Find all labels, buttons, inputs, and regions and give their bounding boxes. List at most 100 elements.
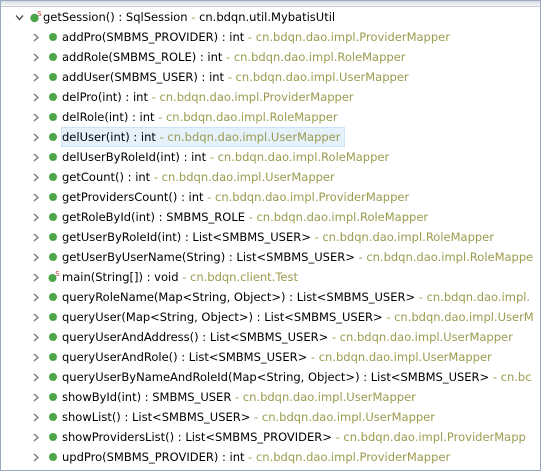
tree-item[interactable]: queryUserByNameAndRoleId(Map<String, Obj… xyxy=(1,367,540,387)
tree-item[interactable]: getUserByUserName(String) : List<SMBMS_U… xyxy=(1,247,540,267)
static-method-icon: S xyxy=(47,271,60,283)
tree-item[interactable]: delUser(int) : int - cn.bdqn.dao.impl.Us… xyxy=(1,127,540,147)
declaring-class: cn.bdqn.dao.impl.UserM xyxy=(394,310,534,324)
declaring-class: cn.bdqn.dao.impl.RoleMappe xyxy=(366,250,534,264)
tree-item[interactable]: addRole(SMBMS_ROLE) : int - cn.bdqn.dao.… xyxy=(1,47,540,67)
chevron-right-icon[interactable] xyxy=(31,387,41,407)
tree-item-label: showList() : List<SMBMS_USER> - cn.bdqn.… xyxy=(61,407,439,427)
tree-item[interactable]: queryUserAndRole() : List<SMBMS_USER> - … xyxy=(1,347,540,367)
method-signature: queryUserAndAddress() : List<SMBMS_USER> xyxy=(62,330,329,344)
tree-item-label: addUser(SMBMS_USER) : int - cn.bdqn.dao.… xyxy=(61,67,413,87)
tree-item[interactable]: addUser(SMBMS_USER) : int - cn.bdqn.dao.… xyxy=(1,67,540,87)
chevron-right-icon[interactable] xyxy=(31,47,41,67)
method-signature: delPro(int) : int xyxy=(62,90,148,104)
separator: - xyxy=(310,230,323,244)
chevron-right-icon[interactable] xyxy=(31,67,41,87)
tree-item[interactable]: Smain(String[]) : void - cn.bdqn.client.… xyxy=(1,267,540,287)
public-method-icon xyxy=(47,231,59,243)
method-signature: showById(int) : SMBMS_USER xyxy=(62,390,232,404)
chevron-right-icon[interactable] xyxy=(31,327,41,347)
public-method-icon xyxy=(47,351,59,363)
tree-item[interactable]: showProvidersList() : List<SMBMS_PROVIDE… xyxy=(1,427,540,447)
tree-item[interactable]: queryUser(Map<String, Object>) : List<SM… xyxy=(1,307,540,327)
method-signature: delUserByRoleId(int) : int xyxy=(62,150,207,164)
declaring-class: cn.bdqn.dao.impl.RoleMapper xyxy=(217,150,390,164)
chevron-right-icon[interactable] xyxy=(31,307,41,327)
public-method-icon xyxy=(47,131,59,143)
tree-item-label: queryUserByNameAndRoleId(Map<String, Obj… xyxy=(61,367,536,387)
chevron-right-icon[interactable] xyxy=(31,187,41,207)
declaring-class: cn.bdqn.dao.impl.RoleMapper xyxy=(165,110,338,124)
chevron-right-icon[interactable] xyxy=(31,227,41,247)
call-hierarchy-tree: S getSession() : SqlSession - cn.bdqn.ut… xyxy=(1,7,540,467)
method-signature: getCount() : int xyxy=(62,170,151,184)
tree-item[interactable]: addPro(SMBMS_PROVIDER) : int - cn.bdqn.d… xyxy=(1,27,540,47)
separator: - xyxy=(245,210,257,224)
chevron-right-icon[interactable] xyxy=(31,167,41,187)
tree-item[interactable]: getCount() : int - cn.bdqn.dao.impl.User… xyxy=(1,167,540,187)
separator: - xyxy=(222,50,234,64)
tree-item-label: queryRoleName(Map<String, Object>) : Lis… xyxy=(61,287,534,307)
declaring-class: cn.bdqn.dao.impl. xyxy=(426,290,531,304)
method-signature: queryUserAndRole() : List<SMBMS_USER> xyxy=(62,350,308,364)
method-signature: showList() : List<SMBMS_USER> xyxy=(62,410,251,424)
tree-item[interactable]: showById(int) : SMBMS_USER - cn.bdqn.dao… xyxy=(1,387,540,407)
public-method-icon xyxy=(47,51,59,63)
chevron-right-icon[interactable] xyxy=(31,347,41,367)
chevron-right-icon[interactable] xyxy=(31,127,41,147)
declaring-class: cn.bdqn.dao.impl.UserMapper xyxy=(261,410,435,424)
separator: - xyxy=(154,110,166,124)
chevron-right-icon[interactable] xyxy=(31,267,41,287)
tree-item[interactable]: showList() : List<SMBMS_USER> - cn.bdqn.… xyxy=(1,407,540,427)
tree-item[interactable]: delRole(int) : int - cn.bdqn.dao.impl.Ro… xyxy=(1,107,540,127)
separator: - xyxy=(489,370,501,384)
chevron-right-icon[interactable] xyxy=(31,367,41,387)
tree-item-label: queryUserAndRole() : List<SMBMS_USER> - … xyxy=(61,347,496,367)
tree-item[interactable]: getUserByRoleId(int) : List<SMBMS_USER> … xyxy=(1,227,540,247)
chevron-right-icon[interactable] xyxy=(31,147,41,167)
static-method-icon: S xyxy=(29,11,42,23)
method-signature: delUser(int) : int xyxy=(62,130,156,144)
tree-item[interactable]: updPro(SMBMS_PROVIDER) : int - cn.bdqn.d… xyxy=(1,447,540,467)
tree-root-row[interactable]: S getSession() : SqlSession - cn.bdqn.ut… xyxy=(1,7,540,27)
declaring-class: cn.bdqn.dao.impl.UserMapper xyxy=(167,130,341,144)
chevron-right-icon[interactable] xyxy=(31,27,41,47)
tree-item[interactable]: delPro(int) : int - cn.bdqn.dao.impl.Pro… xyxy=(1,87,540,107)
method-signature: queryRoleName(Map<String, Object>) : Lis… xyxy=(62,290,416,304)
tree-item-label: delUser(int) : int - cn.bdqn.dao.impl.Us… xyxy=(61,127,345,147)
tree-item[interactable]: getProvidersCount() : int - cn.bdqn.dao.… xyxy=(1,187,540,207)
chevron-right-icon[interactable] xyxy=(31,407,41,427)
declaring-class: cn.bdqn.client.Test xyxy=(190,270,298,284)
public-method-icon xyxy=(47,71,59,83)
chevron-down-icon[interactable] xyxy=(14,7,24,27)
separator: - xyxy=(206,150,218,164)
chevron-right-icon[interactable] xyxy=(31,427,41,447)
chevron-right-icon[interactable] xyxy=(31,207,41,227)
chevron-right-icon[interactable] xyxy=(31,247,41,267)
chevron-right-icon[interactable] xyxy=(31,447,41,467)
tree-item-label: getRoleById(int) : SMBMS_ROLE - cn.bdqn.… xyxy=(61,207,432,227)
separator: - xyxy=(224,70,236,84)
chevron-right-icon[interactable] xyxy=(31,87,41,107)
method-signature: addUser(SMBMS_USER) : int xyxy=(62,70,225,84)
separator: - xyxy=(382,310,395,324)
declaring-class: cn.bdqn.dao.impl.RoleMapper xyxy=(233,50,406,64)
tree-item-label: updPro(SMBMS_PROVIDER) : int - cn.bdqn.d… xyxy=(61,447,454,467)
tree-item[interactable]: delUserByRoleId(int) : int - cn.bdqn.dao… xyxy=(1,147,540,167)
declaring-class: cn.bc xyxy=(500,370,532,384)
tree-item-label: queryUser(Map<String, Object>) : List<SM… xyxy=(61,307,538,327)
tree-item[interactable]: queryRoleName(Map<String, Object>) : Lis… xyxy=(1,287,540,307)
method-signature: addPro(SMBMS_PROVIDER) : int xyxy=(62,30,245,44)
tree-item-label: main(String[]) : void - cn.bdqn.client.T… xyxy=(61,267,302,287)
chevron-right-icon[interactable] xyxy=(31,287,41,307)
tree-item[interactable]: queryUserAndAddress() : List<SMBMS_USER>… xyxy=(1,327,540,347)
call-hierarchy-view: S getSession() : SqlSession - cn.bdqn.ut… xyxy=(0,0,541,471)
tree-item[interactable]: getRoleById(int) : SMBMS_ROLE - cn.bdqn.… xyxy=(1,207,540,227)
chevron-right-icon[interactable] xyxy=(31,107,41,127)
public-method-icon xyxy=(47,91,59,103)
separator: - xyxy=(187,10,200,24)
public-method-icon xyxy=(47,191,59,203)
public-method-icon xyxy=(47,451,59,463)
separator: - xyxy=(244,30,256,44)
separator: - xyxy=(328,330,340,344)
